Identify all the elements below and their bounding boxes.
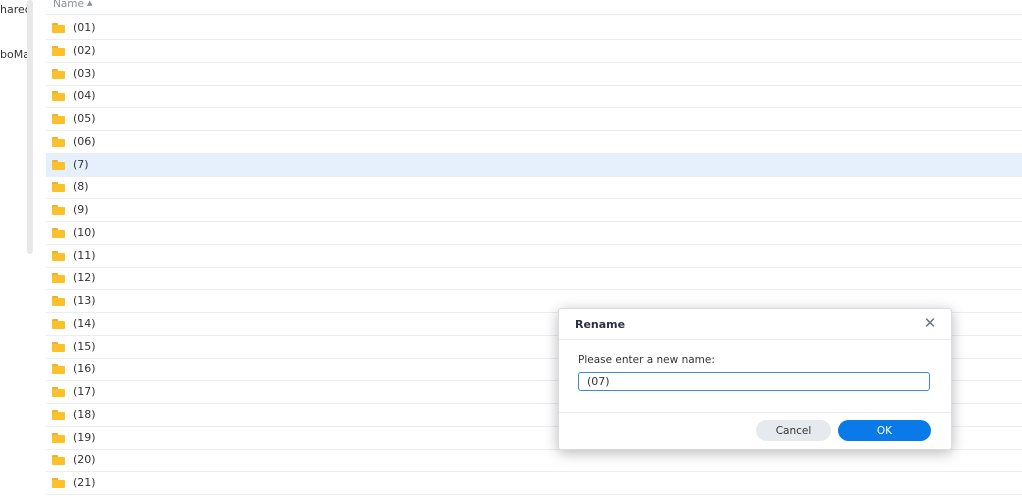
file-list-header: Name ▲ <box>46 0 1022 15</box>
table-row[interactable]: (12) <box>46 267 1022 291</box>
table-row[interactable]: (04) <box>46 85 1022 109</box>
column-header-name[interactable]: Name ▲ <box>53 0 92 10</box>
folder-name: (11) <box>73 248 96 262</box>
sidebar-item-second[interactable]: boMa <box>0 48 30 61</box>
folder-name: (10) <box>73 225 96 239</box>
folder-name: (04) <box>73 89 96 103</box>
folder-icon <box>52 409 65 420</box>
left-navigation-pane: hared boMa <box>0 0 34 502</box>
table-row[interactable]: (11) <box>46 245 1022 268</box>
folder-icon <box>52 273 65 284</box>
table-row[interactable]: (03) <box>46 63 1022 86</box>
left-pane-scrollbar[interactable] <box>27 0 33 254</box>
new-name-input[interactable] <box>578 372 930 391</box>
folder-icon <box>52 250 65 261</box>
folder-icon <box>52 227 65 238</box>
folder-icon <box>52 91 65 102</box>
folder-name: (18) <box>73 407 96 421</box>
close-icon[interactable]: ✕ <box>923 314 937 332</box>
folder-icon <box>52 45 65 56</box>
rename-dialog: Rename ✕ Please enter a new name: Cancel… <box>558 308 952 450</box>
table-row[interactable]: (7) <box>46 153 1022 177</box>
folder-icon <box>52 114 65 124</box>
folder-name: (01) <box>73 21 96 34</box>
folder-icon <box>52 182 65 193</box>
table-row[interactable]: (9) <box>46 199 1022 222</box>
folder-name: (7) <box>73 157 89 171</box>
folder-name: (02) <box>73 43 96 57</box>
table-row[interactable]: (8) <box>46 176 1022 200</box>
folder-icon <box>52 364 65 375</box>
folder-icon <box>52 136 65 147</box>
folder-icon <box>52 318 65 329</box>
folder-name: (06) <box>73 134 96 148</box>
folder-name: (9) <box>73 203 89 216</box>
rename-prompt: Please enter a new name: <box>578 354 715 366</box>
folder-icon <box>52 341 65 352</box>
folder-icon <box>52 478 65 488</box>
folder-name: (19) <box>73 430 96 444</box>
folder-icon <box>52 432 65 443</box>
folder-icon <box>52 296 65 306</box>
folder-icon <box>52 68 65 79</box>
folder-icon <box>52 23 65 33</box>
table-row[interactable]: (06) <box>46 131 1022 154</box>
table-row[interactable]: (20) <box>46 449 1022 473</box>
table-row[interactable]: (10) <box>46 222 1022 245</box>
table-row[interactable]: (02) <box>46 40 1022 63</box>
dialog-divider <box>559 339 951 340</box>
folder-name: (20) <box>73 453 96 467</box>
folder-name: (12) <box>73 271 96 285</box>
ok-button[interactable]: OK <box>838 420 931 441</box>
folder-icon <box>52 159 65 170</box>
folder-name: (15) <box>73 339 96 353</box>
folder-name: (13) <box>73 294 96 307</box>
folder-name: (05) <box>73 112 96 125</box>
table-row[interactable]: (05) <box>46 108 1022 131</box>
cancel-button[interactable]: Cancel <box>756 420 831 441</box>
table-row[interactable]: (21) <box>46 472 1022 495</box>
folder-icon <box>52 387 65 397</box>
table-row[interactable]: (01) <box>46 17 1022 40</box>
folder-name: (21) <box>73 476 96 489</box>
folder-name: (03) <box>73 66 96 80</box>
folder-name: (8) <box>73 180 89 194</box>
folder-icon <box>52 455 65 466</box>
folder-name: (16) <box>73 362 96 376</box>
folder-icon <box>52 205 65 215</box>
folder-name: (14) <box>73 316 96 330</box>
dialog-title: Rename <box>575 318 626 331</box>
sort-ascending-icon: ▲ <box>86 0 93 7</box>
folder-name: (17) <box>73 385 96 398</box>
dialog-footer-divider <box>559 412 951 413</box>
